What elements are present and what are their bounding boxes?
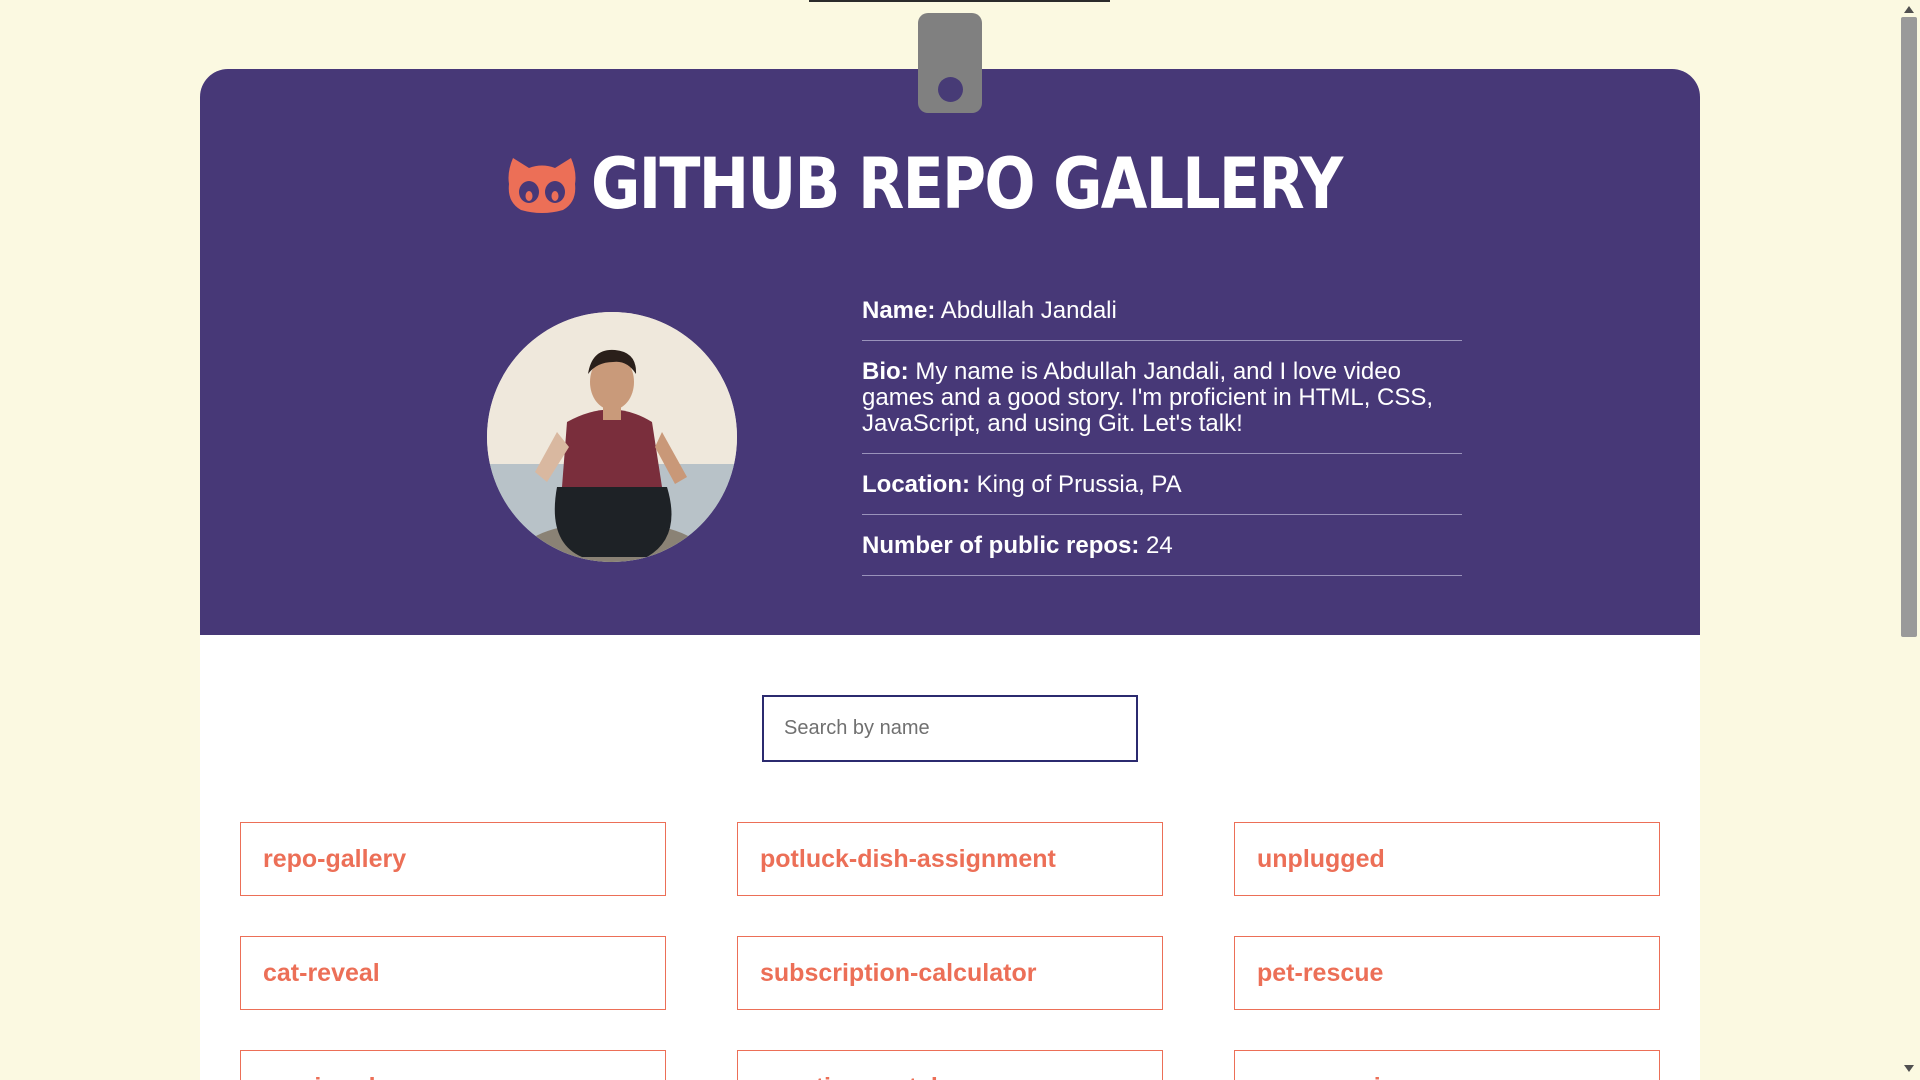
location-label: Location:	[862, 471, 970, 498]
repo-item[interactable]: cat-reveal	[240, 936, 666, 1010]
name-label: Name:	[862, 297, 936, 324]
repo-item[interactable]: music-rules	[240, 1050, 666, 1080]
profile-repos-row: Number of public repos: 24	[862, 525, 1462, 576]
octocat-icon	[508, 158, 576, 213]
profile-bio: My name is Abdullah Jandali, and I love …	[862, 358, 1434, 437]
scroll-thumb[interactable]	[1901, 17, 1917, 637]
page-title: GITHUB REPO GALLERY	[590, 143, 1343, 225]
repo-item[interactable]: repo-gallery	[240, 822, 666, 896]
repo-item[interactable]: pet-rescue	[1234, 936, 1660, 1010]
repo-item[interactable]: unplugged	[1234, 822, 1660, 896]
repo-item[interactable]: subscription-calculator	[737, 936, 1163, 1010]
repo-list: repo-gallery potluck-dish-assignment unp…	[240, 822, 1660, 1080]
bio-label: Bio:	[862, 358, 909, 385]
repo-item[interactable]: my-guessing-game	[1234, 1050, 1660, 1080]
scroll-up-icon[interactable]	[1904, 6, 1914, 13]
repos-label: Number of public repos:	[862, 532, 1140, 559]
clip-hole	[938, 77, 963, 102]
search-input[interactable]	[762, 695, 1138, 762]
repos-count: 24	[1146, 532, 1173, 559]
avatar	[487, 312, 737, 562]
scrollbar[interactable]	[1898, 0, 1920, 1080]
badge-clip-icon	[918, 13, 982, 113]
profile-card: GITHUB REPO GALLERY Name: Abdullah Janda…	[200, 69, 1700, 1080]
avatar-photo	[487, 312, 737, 562]
profile-info: Name: Abdullah Jandali Bio: My name is A…	[862, 290, 1462, 586]
profile-location-row: Location: King of Prussia, PA	[862, 464, 1462, 515]
profile-name: Abdullah Jandali	[940, 297, 1117, 324]
profile-header: GITHUB REPO GALLERY Name: Abdullah Janda…	[200, 69, 1700, 635]
repo-item[interactable]: vacation-rentals	[737, 1050, 1163, 1080]
top-divider	[809, 0, 1110, 2]
profile-name-row: Name: Abdullah Jandali	[862, 290, 1462, 341]
profile-bio-row: Bio: My name is Abdullah Jandali, and I …	[862, 351, 1462, 454]
search-wrap	[762, 695, 1138, 762]
profile-location: King of Prussia, PA	[976, 471, 1182, 498]
repo-item[interactable]: potluck-dish-assignment	[737, 822, 1163, 896]
title-row: GITHUB REPO GALLERY	[200, 139, 1700, 229]
scroll-down-icon[interactable]	[1904, 1065, 1914, 1072]
